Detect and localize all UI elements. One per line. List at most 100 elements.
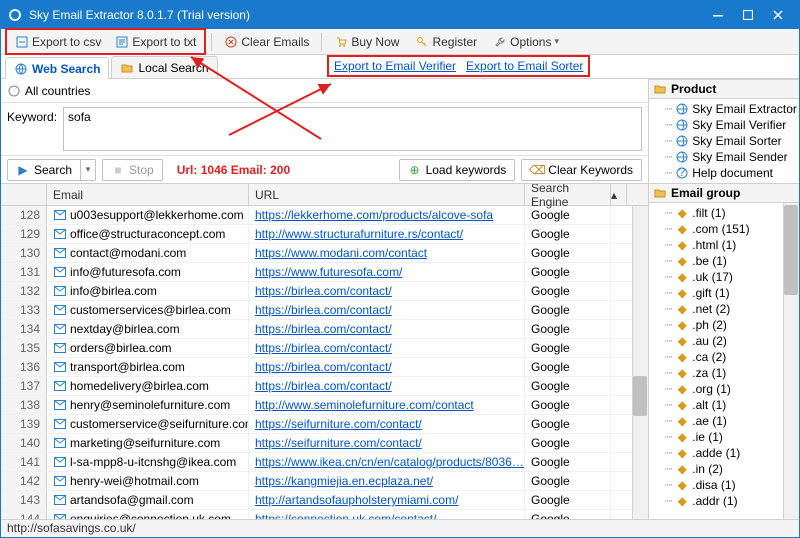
- stop-button[interactable]: ■ Stop: [102, 159, 163, 181]
- load-keywords-button[interactable]: ⊕ Load keywords: [399, 159, 516, 181]
- group-item[interactable]: ┈◆.ca (2): [649, 349, 799, 365]
- url-cell[interactable]: https://www.modani.com/contact: [249, 244, 525, 262]
- table-row[interactable]: 136transport@birlea.comhttps://birlea.co…: [1, 358, 648, 377]
- url-cell[interactable]: http://artandsofaupholsterymiami.com/: [249, 491, 525, 509]
- table-row[interactable]: 141l-sa-mpp8-u-itcnshg@ikea.comhttps://w…: [1, 453, 648, 472]
- url-cell[interactable]: https://www.ikea.cn/cn/en/catalog/produc…: [249, 453, 525, 471]
- close-button[interactable]: [763, 1, 793, 29]
- url-cell[interactable]: https://seifurniture.com/contact/: [249, 434, 525, 452]
- group-item[interactable]: ┈◆.be (1): [649, 253, 799, 269]
- group-item[interactable]: ┈◆.ie (1): [649, 429, 799, 445]
- url-cell[interactable]: https://www.futuresofa.com/: [249, 263, 525, 281]
- vertical-scrollbar[interactable]: [632, 206, 648, 519]
- globe-icon: [675, 102, 689, 116]
- col-email-header[interactable]: Email: [47, 184, 249, 205]
- group-item[interactable]: ┈◆.uk (17): [649, 269, 799, 285]
- table-row[interactable]: 137homedelivery@birlea.comhttps://birlea…: [1, 377, 648, 396]
- group-scrollbar-thumb[interactable]: [784, 205, 798, 295]
- table-row[interactable]: 128u003esupport@lekkerhome.comhttps://le…: [1, 206, 648, 225]
- scrollbar-thumb[interactable]: [633, 376, 647, 416]
- group-item[interactable]: ┈◆.addr (1): [649, 493, 799, 509]
- mail-icon: [53, 512, 67, 519]
- table-row[interactable]: 142henry-wei@hotmail.comhttps://kangmiej…: [1, 472, 648, 491]
- search-button[interactable]: ▶ Search: [7, 159, 80, 181]
- group-item[interactable]: ┈◆.gift (1): [649, 285, 799, 301]
- tab-web-search[interactable]: Web Search: [5, 57, 109, 79]
- group-item[interactable]: ┈◆.za (1): [649, 365, 799, 381]
- url-cell[interactable]: https://birlea.com/contact/: [249, 282, 525, 300]
- col-url-header[interactable]: URL: [249, 184, 525, 205]
- table-row[interactable]: 131info@futuresofa.comhttps://www.future…: [1, 263, 648, 282]
- url-cell[interactable]: http://www.seminolefurniture.com/contact: [249, 396, 525, 414]
- url-cell[interactable]: https://birlea.com/contact/: [249, 358, 525, 376]
- group-item[interactable]: ┈◆.alt (1): [649, 397, 799, 413]
- url-cell[interactable]: https://birlea.com/contact/: [249, 339, 525, 357]
- tree-dash-icon: ┈: [665, 238, 672, 252]
- table-row[interactable]: 144enquiries@connection.uk.comhttps://co…: [1, 510, 648, 519]
- product-item[interactable]: ┈Sky Email Sorter: [649, 133, 799, 149]
- table-row[interactable]: 139customerservice@seifurniture.comhttps…: [1, 415, 648, 434]
- product-item[interactable]: ┈Sky Email Verifier: [649, 117, 799, 133]
- buy-now-button[interactable]: Buy Now: [327, 31, 406, 52]
- group-scrollbar[interactable]: [783, 203, 799, 519]
- group-item[interactable]: ┈◆.org (1): [649, 381, 799, 397]
- group-item[interactable]: ┈◆.ae (1): [649, 413, 799, 429]
- row-number: 129: [1, 225, 47, 243]
- tree-dash-icon: ┈: [665, 302, 672, 316]
- group-item[interactable]: ┈◆.filt (1): [649, 205, 799, 221]
- keyword-input[interactable]: [63, 107, 642, 151]
- clear-keywords-button[interactable]: ⌫ Clear Keywords: [521, 159, 642, 181]
- buy-now-label: Buy Now: [351, 35, 399, 49]
- group-item[interactable]: ┈◆.net (2): [649, 301, 799, 317]
- group-item[interactable]: ┈◆.disa (1): [649, 477, 799, 493]
- url-cell[interactable]: https://birlea.com/contact/: [249, 377, 525, 395]
- table-row[interactable]: 138henry@seminolefurniture.comhttp://www…: [1, 396, 648, 415]
- url-cell[interactable]: https://connection.uk.com/contact/: [249, 510, 525, 519]
- tree-dash-icon: ┈: [665, 254, 672, 268]
- table-row[interactable]: 130contact@modani.comhttps://www.modani.…: [1, 244, 648, 263]
- grid-body[interactable]: 128u003esupport@lekkerhome.comhttps://le…: [1, 206, 648, 519]
- table-row[interactable]: 134nextday@birlea.comhttps://birlea.com/…: [1, 320, 648, 339]
- url-cell[interactable]: https://seifurniture.com/contact/: [249, 415, 525, 433]
- filter-row: All countries: [1, 79, 648, 103]
- register-button[interactable]: Register: [408, 31, 484, 52]
- group-item[interactable]: ┈◆.adde (1): [649, 445, 799, 461]
- countries-filter[interactable]: All countries: [7, 84, 90, 98]
- options-button[interactable]: Options ▾: [486, 31, 566, 52]
- table-row[interactable]: 140marketing@seifurniture.comhttps://sei…: [1, 434, 648, 453]
- group-item[interactable]: ┈◆.com (151): [649, 221, 799, 237]
- export-txt-button[interactable]: Export to txt: [108, 31, 203, 52]
- product-item[interactable]: ┈?Help document: [649, 165, 799, 181]
- url-cell[interactable]: http://www.structurafurniture.rs/contact…: [249, 225, 525, 243]
- url-cell[interactable]: https://birlea.com/contact/: [249, 320, 525, 338]
- minimize-button[interactable]: [703, 1, 733, 29]
- bullet-icon: ◆: [675, 334, 689, 348]
- col-number-header[interactable]: [1, 184, 47, 205]
- export-sorter-link[interactable]: Export to Email Sorter: [466, 59, 583, 73]
- product-item[interactable]: ┈Sky Email Sender: [649, 149, 799, 165]
- table-row[interactable]: 135orders@birlea.comhttps://birlea.com/c…: [1, 339, 648, 358]
- tab-local-search[interactable]: Local Search: [111, 56, 217, 78]
- group-item[interactable]: ┈◆.in (2): [649, 461, 799, 477]
- scroll-up-icon[interactable]: ▴: [611, 184, 627, 205]
- url-cell[interactable]: https://birlea.com/contact/: [249, 301, 525, 319]
- clear-emails-button[interactable]: Clear Emails: [217, 31, 316, 52]
- table-row[interactable]: 129office@structuraconcept.comhttp://www…: [1, 225, 648, 244]
- url-cell[interactable]: https://kangmiejia.en.ecplaza.net/: [249, 472, 525, 490]
- play-icon: ▶: [16, 163, 30, 177]
- col-se-header[interactable]: Search Engine: [525, 184, 611, 205]
- group-item[interactable]: ┈◆.html (1): [649, 237, 799, 253]
- se-cell: Google: [525, 301, 611, 319]
- group-item[interactable]: ┈◆.ph (2): [649, 317, 799, 333]
- product-item[interactable]: ┈Sky Email Extractor: [649, 101, 799, 117]
- email-cell: henry-wei@hotmail.com: [47, 472, 249, 490]
- export-verifier-link[interactable]: Export to Email Verifier: [334, 59, 456, 73]
- url-cell[interactable]: https://lekkerhome.com/products/alcove-s…: [249, 206, 525, 224]
- maximize-button[interactable]: [733, 1, 763, 29]
- search-dropdown[interactable]: ▾: [80, 159, 96, 181]
- group-item[interactable]: ┈◆.au (2): [649, 333, 799, 349]
- export-csv-button[interactable]: Export to csv: [8, 31, 108, 52]
- table-row[interactable]: 133customerservices@birlea.comhttps://bi…: [1, 301, 648, 320]
- table-row[interactable]: 143artandsofa@gmail.comhttp://artandsofa…: [1, 491, 648, 510]
- table-row[interactable]: 132info@birlea.comhttps://birlea.com/con…: [1, 282, 648, 301]
